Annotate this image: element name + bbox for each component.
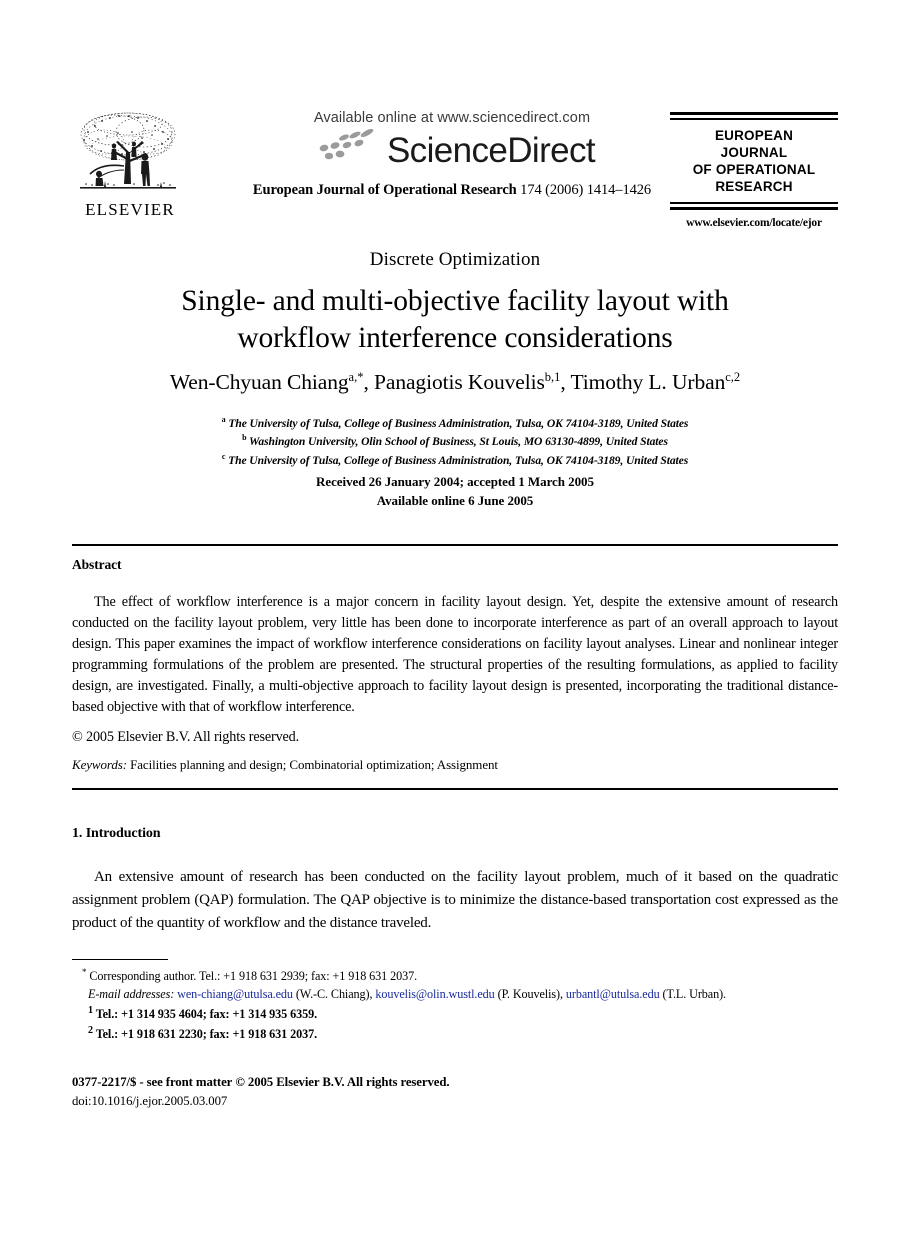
affiliation-mark: a xyxy=(221,415,226,424)
affiliation-list: a The University of Tulsa, College of Bu… xyxy=(72,414,838,469)
elsevier-wordmark: ELSEVIER xyxy=(85,200,175,219)
affiliation-item: c The University of Tulsa, College of Bu… xyxy=(72,451,838,469)
page-header: ELSEVIER Available online at www.science… xyxy=(72,100,838,240)
email-link[interactable]: urbantl@utulsa.edu xyxy=(566,987,660,1001)
abstract-copyright: © 2005 Elsevier B.V. All rights reserved… xyxy=(72,729,299,745)
received-accepted-date: Received 26 January 2004; accepted 1 Mar… xyxy=(316,474,594,489)
footnote-mark: * xyxy=(82,967,87,977)
page-title: Single- and multi-objective facility lay… xyxy=(92,283,818,358)
affiliation-text: Washington University, Olin School of Bu… xyxy=(249,435,668,449)
masthead-line-1: EUROPEAN xyxy=(714,128,794,143)
footnote-text: Tel.: +1 314 935 4604; fax: +1 314 935 6… xyxy=(95,1006,318,1021)
footnote-email-addresses: E-mail addresses: wen-chiang@utulsa.edu … xyxy=(72,986,844,1004)
keywords: Keywords: Facilities planning and design… xyxy=(72,757,838,773)
masthead-line-2: JOURNAL xyxy=(720,145,788,161)
journal-citation-name: European Journal of Operational Research xyxy=(252,182,517,198)
author-name: Wen-Chyuan Chiang xyxy=(169,370,349,395)
footnote-mark: 1 xyxy=(88,1004,93,1016)
footnote-mark: 2 xyxy=(88,1024,93,1036)
affiliation-item: b Washington University, Olin School of … xyxy=(72,432,838,450)
author-name: Timothy L. Urban xyxy=(570,370,726,395)
author-marks: b,1 xyxy=(544,370,561,384)
affiliation-mark: b xyxy=(242,433,247,443)
keywords-bottom-rule xyxy=(72,788,838,790)
masthead-rule-bottom xyxy=(670,201,838,210)
journal-homepage-url[interactable]: www.elsevier.com/locate/ejor xyxy=(670,217,838,229)
email-owner: (T.L. Urban). xyxy=(662,986,727,1001)
sciencedirect-logo: ScienceDirect xyxy=(217,128,687,170)
affiliation-text: The University of Tulsa, College of Busi… xyxy=(228,416,689,430)
footnote-text: Tel.: +1 918 631 2230; fax: +1 918 631 2… xyxy=(95,1026,318,1041)
email-owner: (P. Kouvelis), xyxy=(497,986,563,1001)
email-addresses-label: E-mail addresses: xyxy=(88,986,175,1001)
introduction-heading: 1. Introduction xyxy=(72,826,161,841)
abstract-top-rule xyxy=(72,544,838,546)
available-online-date: Available online 6 June 2005 xyxy=(376,492,534,508)
sciencedirect-wordmark: ScienceDirect xyxy=(386,130,596,170)
elsevier-logo: ELSEVIER xyxy=(74,108,186,218)
keywords-label: Keywords: xyxy=(72,757,127,772)
title-line-2: workflow interference considerations xyxy=(237,322,673,355)
journal-citation: European Journal of Operational Research… xyxy=(217,182,687,199)
footnote-note: 1 Tel.: +1 314 935 4604; fax: +1 314 935… xyxy=(72,1004,844,1024)
email-owner: (W.-C. Chiang), xyxy=(295,986,373,1001)
footnote-note: 2 Tel.: +1 918 631 2230; fax: +1 918 631… xyxy=(72,1024,844,1044)
email-link[interactable]: wen-chiang@utulsa.edu xyxy=(177,987,293,1001)
author-marks: c,2 xyxy=(725,370,741,384)
available-online-text: Available online at www.sciencedirect.co… xyxy=(313,110,591,126)
keywords-value: Facilities planning and design; Combinat… xyxy=(130,757,498,772)
footnote-separator-rule xyxy=(72,959,168,960)
affiliation-mark: c xyxy=(221,451,226,461)
masthead-rule-top xyxy=(670,112,838,120)
publication-dates: Received 26 January 2004; accepted 1 Mar… xyxy=(72,473,838,511)
footnote-text: Corresponding author. Tel.: +1 918 631 2… xyxy=(89,969,418,984)
footnote-block: * Corresponding author. Tel.: +1 918 631… xyxy=(72,966,844,1043)
author-marks: a,* xyxy=(348,370,364,384)
abstract-body: The effect of workflow interference is a… xyxy=(72,594,838,716)
journal-article-page: ELSEVIER Available online at www.science… xyxy=(0,0,907,1238)
masthead-line-4: RESEARCH xyxy=(715,179,793,195)
sciencedirect-block: Available online at www.sciencedirect.co… xyxy=(217,110,687,199)
affiliation-text: The University of Tulsa, College of Busi… xyxy=(228,453,689,467)
abstract-heading: Abstract xyxy=(72,557,122,572)
doi-line: doi:10.1016/j.ejor.2005.03.007 xyxy=(72,1094,228,1109)
introduction-body: An extensive amount of research has been… xyxy=(72,869,838,931)
title-line-1: Single- and multi-objective facility lay… xyxy=(181,285,729,317)
front-matter-block: 0377-2217/$ - see front matter © 2005 El… xyxy=(72,1073,838,1111)
issn-copyright: © 2005 Elsevier B.V. All rights reserved… xyxy=(235,1075,450,1089)
affiliation-item: a The University of Tulsa, College of Bu… xyxy=(72,414,838,432)
issn-front-matter-line: 0377-2217/$ - see front matter © 2005 El… xyxy=(72,1073,838,1092)
masthead-title: EUROPEAN JOURNAL OF OPERATIONAL RESEARCH xyxy=(670,127,838,196)
elsevier-tree-icon xyxy=(74,108,182,200)
issn-prefix: 0377-2217/$ - see front matter xyxy=(72,1075,233,1089)
journal-masthead: EUROPEAN JOURNAL OF OPERATIONAL RESEARCH… xyxy=(670,112,838,229)
sciencedirect-swoosh-icon xyxy=(319,128,374,160)
section-kicker: Discrete Optimization xyxy=(369,249,541,270)
author-list: Wen-Chyuan Chianga,*, Panagiotis Kouveli… xyxy=(169,370,741,395)
masthead-line-3: OF OPERATIONAL xyxy=(692,162,816,178)
journal-citation-volume: 174 (2006) 1414–1426 xyxy=(520,182,652,198)
footnote-corresponding-author: * Corresponding author. Tel.: +1 918 631… xyxy=(72,966,844,986)
email-link[interactable]: kouvelis@olin.wustl.edu xyxy=(375,987,494,1001)
author-name: Panagiotis Kouvelis xyxy=(374,370,545,395)
